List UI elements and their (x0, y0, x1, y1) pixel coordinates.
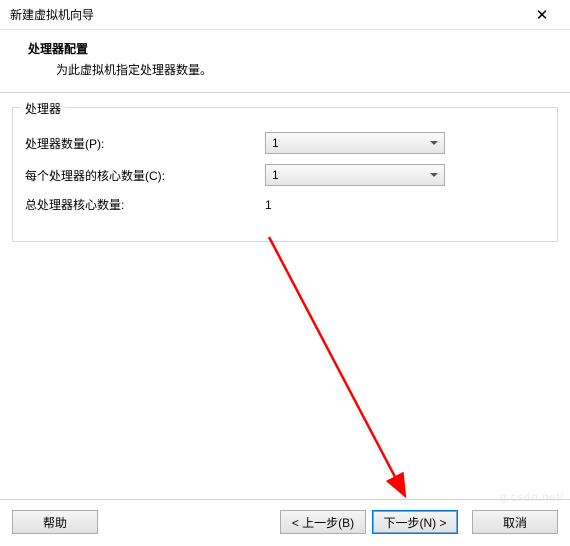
processor-groupbox: 处理器 处理器数量(P): 1 每个处理器的核心数量(C): 1 总处理器核心数… (12, 107, 558, 242)
processor-count-label: 处理器数量(P): (25, 135, 265, 152)
total-cores-row: 总处理器核心数量: 1 (25, 196, 545, 213)
processor-count-row: 处理器数量(P): 1 (25, 132, 545, 154)
processor-count-value: 1 (272, 136, 279, 150)
next-button[interactable]: 下一步(N) > (372, 510, 458, 534)
page-subtitle: 为此虚拟机指定处理器数量。 (28, 61, 550, 78)
back-button[interactable]: < 上一步(B) (280, 510, 366, 534)
page-title: 处理器配置 (28, 40, 550, 57)
cores-per-processor-row: 每个处理器的核心数量(C): 1 (25, 164, 545, 186)
total-cores-value: 1 (265, 198, 272, 212)
cores-per-value: 1 (272, 168, 279, 182)
footer-bar: 帮助 < 上一步(B) 下一步(N) > 取消 (0, 499, 570, 546)
cancel-button[interactable]: 取消 (472, 510, 558, 534)
chevron-down-icon (430, 141, 438, 145)
groupbox-legend: 处理器 (21, 100, 65, 117)
help-button[interactable]: 帮助 (12, 510, 98, 534)
cores-per-select[interactable]: 1 (265, 164, 445, 186)
total-cores-label: 总处理器核心数量: (25, 196, 265, 213)
cores-per-label: 每个处理器的核心数量(C): (25, 167, 265, 184)
close-icon[interactable]: ✕ (522, 1, 562, 29)
nav-button-group: < 上一步(B) 下一步(N) > (280, 510, 458, 534)
window-title: 新建虚拟机向导 (10, 6, 94, 23)
title-bar: 新建虚拟机向导 ✕ (0, 0, 570, 30)
wizard-header: 处理器配置 为此虚拟机指定处理器数量。 (0, 30, 570, 92)
content-area: 处理器 处理器数量(P): 1 每个处理器的核心数量(C): 1 总处理器核心数… (0, 93, 570, 242)
chevron-down-icon (430, 173, 438, 177)
processor-count-select[interactable]: 1 (265, 132, 445, 154)
annotation-arrow (264, 232, 424, 512)
